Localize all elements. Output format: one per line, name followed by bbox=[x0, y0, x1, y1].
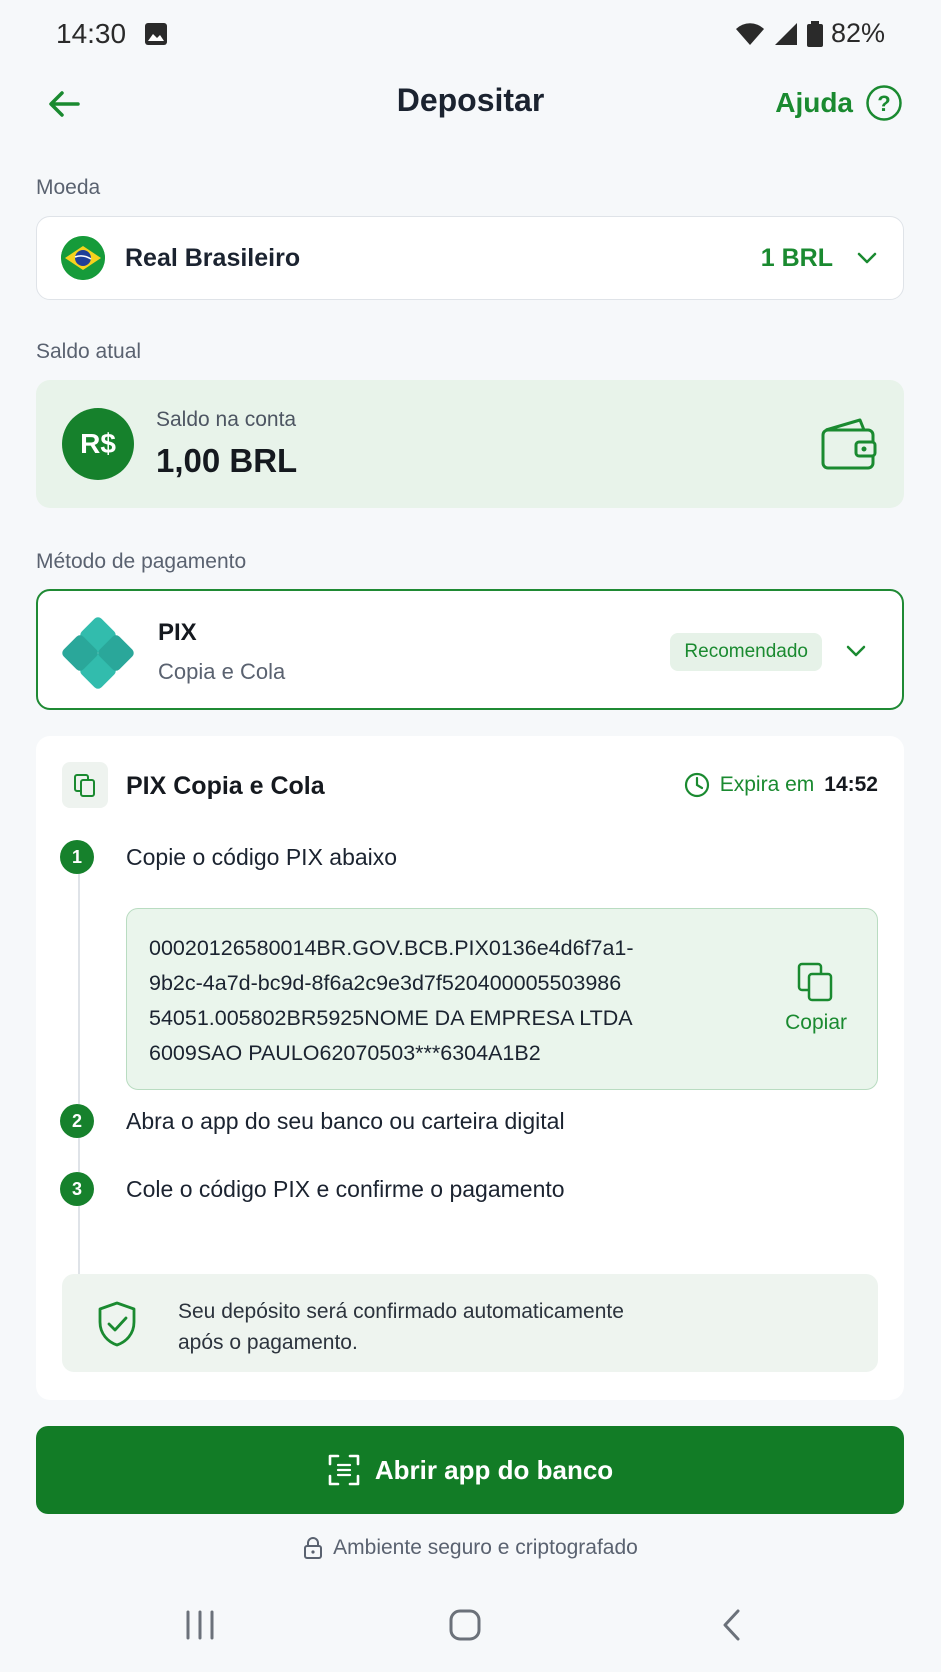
help-button[interactable]: Ajuda ? bbox=[775, 84, 903, 122]
step-number: 3 bbox=[60, 1172, 94, 1206]
payment-method-subtitle: Copia e Cola bbox=[158, 659, 286, 684]
copy-label: Copiar bbox=[785, 1011, 847, 1034]
currency-amount: 1 BRL bbox=[760, 243, 833, 272]
expiry-timer: Expira em 14:52 bbox=[684, 772, 878, 798]
pix-logo-icon bbox=[62, 617, 134, 689]
system-back-icon[interactable] bbox=[720, 1608, 744, 1642]
battery-icon bbox=[806, 20, 823, 47]
open-bank-app-button[interactable]: Abrir app do banco bbox=[36, 1426, 904, 1514]
payment-section-label: Método de pagamento bbox=[36, 550, 247, 573]
step-number: 1 bbox=[60, 840, 94, 874]
wallet-icon bbox=[821, 418, 877, 470]
balance-label: Saldo na conta bbox=[156, 408, 297, 431]
step-number: 2 bbox=[60, 1104, 94, 1138]
lock-icon bbox=[304, 1537, 323, 1559]
pix-code-text: 00020126580014BR.GOV.BCB.PIX0136e4d6f7a1… bbox=[149, 936, 634, 1065]
balance-value: 1,00 BRL bbox=[156, 442, 298, 479]
auto-confirm-text: Seu depósito será confirmado automaticam… bbox=[178, 1300, 624, 1354]
step-text: Cole o código PIX e confirme o pagamento bbox=[126, 1176, 565, 1202]
chevron-down-icon bbox=[846, 645, 866, 657]
chevron-down-icon bbox=[857, 252, 877, 264]
clock-icon bbox=[684, 772, 709, 798]
expiry-time: 14:52 bbox=[824, 773, 878, 796]
question-circle-icon: ? bbox=[866, 85, 902, 121]
expiry-prefix: Expira em bbox=[719, 773, 815, 796]
brazil-flag-icon bbox=[61, 236, 105, 280]
scan-icon bbox=[328, 1454, 360, 1486]
shield-check-icon bbox=[98, 1301, 136, 1347]
step-text: Abra o app do seu banco ou carteira digi… bbox=[126, 1108, 565, 1134]
payment-method-name: PIX bbox=[158, 619, 197, 646]
instructions-title: PIX Copia e Cola bbox=[126, 772, 325, 800]
status-time: 14:30 bbox=[56, 18, 127, 49]
pix-instructions-card: PIX Copia e Cola Expira em 14:52 1 Copie… bbox=[36, 736, 904, 1400]
home-icon[interactable] bbox=[448, 1608, 482, 1642]
gallery-icon bbox=[145, 23, 167, 45]
auto-confirm-note: Seu depósito será confirmado automaticam… bbox=[62, 1274, 878, 1372]
system-nav-bar bbox=[0, 1604, 941, 1652]
currency-symbol-badge: R$ bbox=[62, 408, 134, 480]
copy-button[interactable]: Copiar bbox=[785, 961, 847, 1035]
step-text: Copie o código PIX abaixo bbox=[126, 844, 398, 870]
recommended-badge: Recomendado bbox=[670, 633, 822, 671]
security-footer: Ambiente seguro e criptografado bbox=[0, 1536, 941, 1560]
recent-apps-icon[interactable] bbox=[184, 1610, 216, 1640]
pix-code-box[interactable]: 00020126580014BR.GOV.BCB.PIX0136e4d6f7a1… bbox=[126, 908, 878, 1090]
payment-method-selector[interactable]: PIX Copia e Cola Recomendado bbox=[36, 589, 904, 710]
currency-selector[interactable]: Real Brasileiro 1 BRL bbox=[36, 216, 904, 300]
signal-icon bbox=[774, 22, 797, 45]
currency-section-label: Moeda bbox=[36, 176, 101, 199]
battery-percent: 82% bbox=[830, 18, 885, 48]
steps-timeline bbox=[78, 866, 80, 1286]
currency-name: Real Brasileiro bbox=[125, 243, 301, 272]
svg-text:?: ? bbox=[877, 91, 890, 116]
balance-section-label: Saldo atual bbox=[36, 340, 142, 363]
open-bank-app-label: Abrir app do banco bbox=[374, 1454, 614, 1485]
help-label: Ajuda bbox=[775, 87, 853, 118]
wifi-icon bbox=[735, 22, 764, 45]
status-indicators: 82% bbox=[735, 18, 885, 49]
balance-card: R$ Saldo na conta 1,00 BRL bbox=[36, 380, 904, 508]
security-text: Ambiente seguro e criptografado bbox=[333, 1536, 638, 1559]
copy-icon bbox=[62, 762, 108, 808]
copy-icon bbox=[797, 962, 833, 1002]
